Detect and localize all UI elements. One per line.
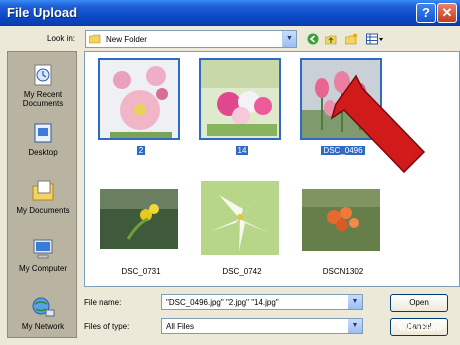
files-of-type-value: All Files bbox=[166, 322, 195, 331]
look-in-combo[interactable]: New Folder ▼ bbox=[85, 30, 297, 48]
up-folder-icon[interactable] bbox=[325, 33, 337, 45]
my-network-icon bbox=[32, 297, 55, 317]
file-item-dscn1302[interactable]: DSCN1302 bbox=[300, 179, 386, 284]
views-icon[interactable] bbox=[366, 33, 384, 45]
chevron-down-icon[interactable]: ▼ bbox=[348, 319, 362, 333]
place-label: My Documents bbox=[16, 206, 70, 215]
place-my-documents[interactable]: My Documents bbox=[8, 178, 78, 215]
place-label: My Computer bbox=[18, 264, 67, 273]
thumbnail-orange-flowers bbox=[300, 179, 382, 261]
thumbnail-pink-daisies bbox=[98, 58, 180, 140]
thumbnail-white-lily bbox=[199, 179, 281, 261]
places-bar: My Recent Documents Desktop My Documents… bbox=[7, 51, 77, 338]
file-name-value: "DSC_0496.jpg" "2.jpg" "14.jpg" bbox=[166, 298, 279, 307]
open-button[interactable]: Open bbox=[390, 294, 448, 312]
folder-icon bbox=[89, 34, 101, 44]
thumbnail-yellow-flower bbox=[98, 179, 180, 261]
file-item-dsc-0731[interactable]: DSC_0731 bbox=[98, 179, 184, 284]
place-label: Desktop bbox=[28, 148, 58, 157]
file-name: DSC_0742 bbox=[222, 267, 262, 276]
file-name: 14 bbox=[235, 146, 249, 155]
look-in-label: Look in: bbox=[47, 34, 76, 43]
file-name: DSC_0496 bbox=[321, 146, 365, 155]
thumbnail-pink-tulips bbox=[300, 58, 382, 140]
chevron-down-icon[interactable]: ▼ bbox=[348, 295, 362, 309]
place-label: My Recent Documents bbox=[22, 90, 64, 108]
my-documents-icon bbox=[32, 180, 54, 201]
thumbnail-bouquet bbox=[199, 58, 281, 140]
file-item-2[interactable]: 2 bbox=[98, 58, 184, 163]
new-folder-icon[interactable] bbox=[345, 33, 357, 45]
help-button[interactable]: ? bbox=[416, 3, 436, 23]
file-item-dsc-0742[interactable]: DSC_0742 bbox=[199, 179, 285, 284]
title-bar: File Upload ? ✕ bbox=[0, 0, 460, 26]
place-my-computer[interactable]: My Computer bbox=[8, 236, 78, 273]
file-list-pane[interactable]: 2 14 DSC_0496 DSC_0731 DSC_0742 DSCN1302 bbox=[84, 51, 460, 287]
close-button[interactable]: ✕ bbox=[437, 3, 457, 23]
file-name: DSCN1302 bbox=[322, 267, 364, 276]
place-desktop[interactable]: Desktop bbox=[8, 120, 78, 157]
file-name-field[interactable]: "DSC_0496.jpg" "2.jpg" "14.jpg" ▼ bbox=[161, 294, 363, 310]
chevron-down-icon[interactable]: ▼ bbox=[282, 31, 296, 47]
look-in-value: New Folder bbox=[106, 35, 147, 44]
recent-documents-icon bbox=[34, 64, 52, 86]
files-of-type-select[interactable]: All Files ▼ bbox=[161, 318, 363, 334]
place-label: My Network bbox=[21, 322, 65, 331]
files-of-type-label: Files of type: bbox=[84, 322, 130, 331]
watermark: wikiHow bbox=[398, 320, 445, 334]
place-recent-documents[interactable]: My Recent Documents bbox=[8, 62, 78, 108]
file-item-14[interactable]: 14 bbox=[199, 58, 285, 163]
file-name-label: File name: bbox=[84, 298, 122, 307]
file-item-dsc-0496[interactable]: DSC_0496 bbox=[300, 58, 386, 163]
window-title: File Upload bbox=[7, 5, 78, 20]
file-name: DSC_0731 bbox=[121, 267, 161, 276]
place-my-network[interactable]: My Network bbox=[8, 294, 78, 331]
my-computer-icon bbox=[33, 239, 53, 259]
back-icon[interactable] bbox=[307, 33, 319, 45]
file-name: 2 bbox=[136, 146, 146, 155]
desktop-icon bbox=[34, 123, 52, 143]
